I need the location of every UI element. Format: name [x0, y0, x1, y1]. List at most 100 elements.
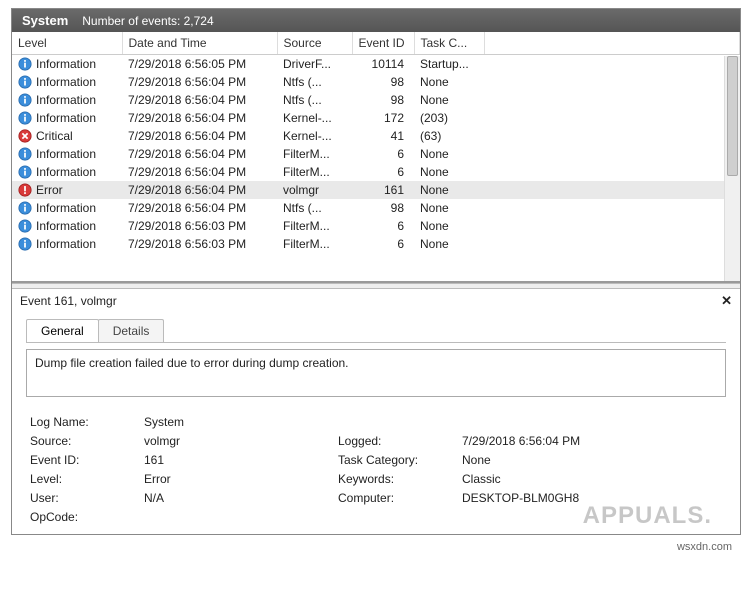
- cell-datetime: 7/29/2018 6:56:04 PM: [122, 109, 277, 127]
- cell-taskcat: None: [414, 235, 484, 253]
- info-icon: [18, 147, 32, 161]
- event-count: Number of events: 2,724: [82, 14, 213, 28]
- table-row[interactable]: Error7/29/2018 6:56:04 PMvolmgr161None: [12, 181, 740, 199]
- table-row[interactable]: Information 7/29/2018 6:56:04 PMFilterM..…: [12, 163, 740, 181]
- tab-details[interactable]: Details: [98, 319, 165, 342]
- cell-taskcat: None: [414, 163, 484, 181]
- cell-level: Information: [36, 165, 96, 179]
- table-row[interactable]: Critical7/29/2018 6:56:04 PMKernel-...41…: [12, 127, 740, 145]
- cell-level: Information: [36, 219, 96, 233]
- col-datetime[interactable]: Date and Time: [122, 32, 277, 55]
- event-viewer-window: System Number of events: 2,724 Level Dat…: [11, 8, 741, 535]
- cell-level: Information: [36, 111, 96, 125]
- detail-panel: Dump file creation failed due to error d…: [26, 342, 726, 524]
- cell-datetime: 7/29/2018 6:56:03 PM: [122, 217, 277, 235]
- value-level: Error: [144, 472, 334, 486]
- info-icon: [18, 237, 32, 251]
- info-icon: [18, 219, 32, 233]
- table-row[interactable]: Information7/29/2018 6:56:05 PMDriverF..…: [12, 55, 740, 74]
- cell-level: Information: [36, 237, 96, 251]
- cell-level: Information: [36, 93, 96, 107]
- cell-source: FilterM...: [277, 163, 352, 181]
- value-logname: System: [144, 415, 334, 429]
- label-keywords: Keywords:: [338, 472, 458, 486]
- source-url: wsxdn.com: [0, 535, 752, 553]
- label-computer: Computer:: [338, 491, 458, 505]
- table-row[interactable]: Information 7/29/2018 6:56:04 PMKernel-..…: [12, 109, 740, 127]
- event-properties: Log Name: System Source: volmgr Logged: …: [30, 415, 722, 524]
- cell-source: Kernel-...: [277, 109, 352, 127]
- cell-source: Ntfs (...: [277, 199, 352, 217]
- info-icon: [18, 111, 32, 125]
- table-row[interactable]: Information7/29/2018 6:56:04 PMNtfs (...…: [12, 91, 740, 109]
- cell-eventid: 6: [352, 217, 414, 235]
- cell-eventid: 161: [352, 181, 414, 199]
- cell-datetime: 7/29/2018 6:56:04 PM: [122, 91, 277, 109]
- value-source: volmgr: [144, 434, 334, 448]
- cell-datetime: 7/29/2018 6:56:04 PM: [122, 127, 277, 145]
- cell-source: Ntfs (...: [277, 73, 352, 91]
- cell-eventid: 6: [352, 235, 414, 253]
- col-level[interactable]: Level: [12, 32, 122, 55]
- cell-taskcat: None: [414, 145, 484, 163]
- cell-level: Information: [36, 75, 96, 89]
- cell-source: DriverF...: [277, 55, 352, 74]
- crit-icon: [18, 129, 32, 143]
- cell-source: FilterM...: [277, 145, 352, 163]
- col-source[interactable]: Source: [277, 32, 352, 55]
- table-row[interactable]: Information 7/29/2018 6:56:03 PMFilterM..…: [12, 235, 740, 253]
- col-taskcategory[interactable]: Task C...: [414, 32, 484, 55]
- value-opcode: [144, 510, 334, 524]
- cell-eventid: 10114: [352, 55, 414, 74]
- label-eventid: Event ID:: [30, 453, 140, 467]
- cell-taskcat: None: [414, 91, 484, 109]
- cell-eventid: 6: [352, 163, 414, 181]
- close-icon[interactable]: ✕: [721, 293, 732, 309]
- cell-datetime: 7/29/2018 6:56:05 PM: [122, 55, 277, 74]
- cell-datetime: 7/29/2018 6:56:03 PM: [122, 235, 277, 253]
- cell-eventid: 98: [352, 73, 414, 91]
- cell-taskcat: None: [414, 181, 484, 199]
- scrollbar-thumb[interactable]: [727, 56, 738, 176]
- cell-level: Information: [36, 147, 96, 161]
- value-keywords: Classic: [462, 472, 722, 486]
- err-icon: [18, 183, 32, 197]
- value-eventid: 161: [144, 453, 334, 467]
- table-row[interactable]: Information7/29/2018 6:56:04 PMFilterM..…: [12, 145, 740, 163]
- value-computer: DESKTOP-BLM0GH8: [462, 491, 722, 505]
- table-row[interactable]: Information7/29/2018 6:56:03 PMFilterM..…: [12, 217, 740, 235]
- label-level: Level:: [30, 472, 140, 486]
- title-bar: System Number of events: 2,724: [12, 9, 740, 32]
- cell-taskcat: (63): [414, 127, 484, 145]
- label-opcode: OpCode:: [30, 510, 140, 524]
- tab-general[interactable]: General: [26, 319, 99, 342]
- cell-source: FilterM...: [277, 235, 352, 253]
- table-row[interactable]: Information7/29/2018 6:56:04 PMNtfs (...…: [12, 199, 740, 217]
- cell-taskcat: Startup...: [414, 55, 484, 74]
- col-eventid[interactable]: Event ID: [352, 32, 414, 55]
- info-icon: [18, 201, 32, 215]
- info-icon: [18, 75, 32, 89]
- label-taskcat: Task Category:: [338, 453, 458, 467]
- table-row[interactable]: Information7/29/2018 6:56:04 PMNtfs (...…: [12, 73, 740, 91]
- label-source: Source:: [30, 434, 140, 448]
- event-table: Level Date and Time Source Event ID Task…: [12, 32, 740, 253]
- cell-taskcat: None: [414, 217, 484, 235]
- vertical-scrollbar[interactable]: [724, 56, 740, 281]
- cell-datetime: 7/29/2018 6:56:04 PM: [122, 181, 277, 199]
- cell-eventid: 6: [352, 145, 414, 163]
- cell-eventid: 98: [352, 199, 414, 217]
- detail-header: Event 161, volmgr ✕: [12, 289, 740, 313]
- column-header-row: Level Date and Time Source Event ID Task…: [12, 32, 740, 55]
- label-logged: Logged:: [338, 434, 458, 448]
- info-icon: [18, 57, 32, 71]
- cell-source: Kernel-...: [277, 127, 352, 145]
- log-name: System: [22, 13, 68, 28]
- detail-title-text: Event 161, volmgr: [20, 294, 117, 308]
- event-message: Dump file creation failed due to error d…: [26, 349, 726, 397]
- value-taskcat: None: [462, 453, 722, 467]
- cell-datetime: 7/29/2018 6:56:04 PM: [122, 163, 277, 181]
- info-icon: [18, 165, 32, 179]
- cell-taskcat: (203): [414, 109, 484, 127]
- event-list-pane: Level Date and Time Source Event ID Task…: [12, 32, 740, 283]
